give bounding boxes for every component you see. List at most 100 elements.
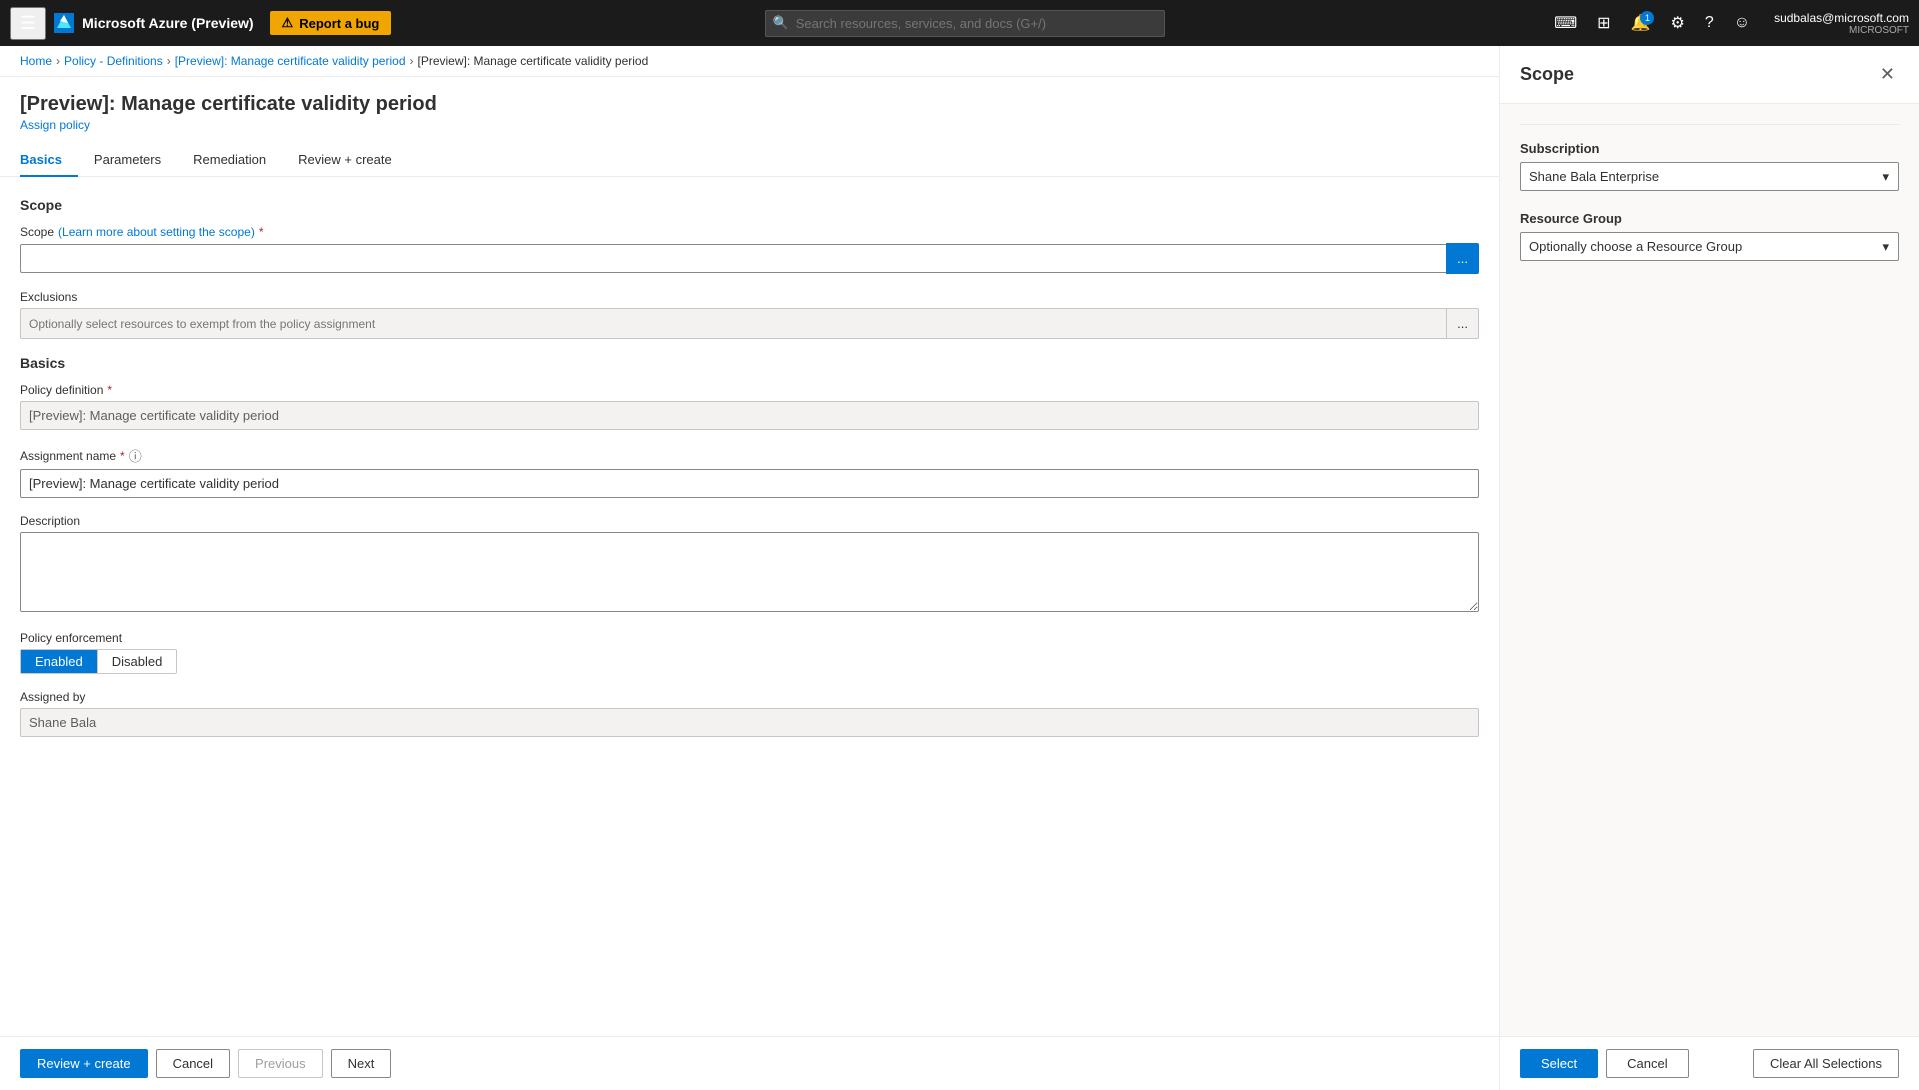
notification-badge: 1 (1640, 11, 1654, 25)
form-footer: Review + create Cancel Previous Next (0, 1036, 1499, 1090)
app-logo: Microsoft Azure (Preview) (54, 13, 253, 33)
subscription-label: Subscription (1520, 141, 1899, 156)
assignment-name-label: Assignment name * ⓘ (20, 446, 1479, 465)
exclusions-input-row: ... (20, 308, 1479, 339)
exclusions-label: Exclusions (20, 290, 1479, 304)
scope-panel-close-button[interactable]: ✕ (1876, 60, 1899, 89)
main-container: Home › Policy - Definitions › [Preview]:… (0, 46, 1919, 1090)
policy-enforcement-group: Policy enforcement Enabled Disabled (20, 631, 1479, 674)
breadcrumb-policy-definitions[interactable]: Policy - Definitions (64, 54, 163, 68)
scope-section-title: Scope (20, 197, 1479, 213)
description-label-text: Description (20, 514, 80, 528)
policy-definition-label: Policy definition * (20, 383, 1479, 397)
breadcrumb-policy-name[interactable]: [Preview]: Manage certificate validity p… (175, 54, 406, 68)
cloud-shell-button[interactable]: ⌨ (1546, 9, 1585, 37)
enforcement-disabled-option[interactable]: Disabled (98, 650, 177, 673)
exclusions-input[interactable] (20, 308, 1446, 339)
resource-group-select[interactable]: Optionally choose a Resource Group (1520, 232, 1899, 261)
exclusions-browse-button[interactable]: ... (1446, 308, 1479, 339)
topbar: ☰ Microsoft Azure (Preview) ⚠ Report a b… (0, 0, 1919, 46)
tabs-container: Basics Parameters Remediation Review + c… (0, 144, 1499, 177)
topbar-icons: ⌨ ⊞ 🔔 1 ⚙ ? ☺ (1546, 9, 1758, 37)
scope-browse-button[interactable]: ... (1446, 243, 1479, 274)
hamburger-menu-button[interactable]: ☰ (10, 7, 46, 40)
user-account[interactable]: sudbalas@microsoft.com MICROSOFT (1774, 11, 1909, 36)
bug-icon: ⚠ (282, 15, 294, 31)
tab-remediation[interactable]: Remediation (177, 144, 282, 177)
scope-select-button[interactable]: Select (1520, 1049, 1598, 1078)
policy-definition-input (20, 401, 1479, 430)
resource-group-group: Resource Group Optionally choose a Resou… (1520, 211, 1899, 261)
breadcrumb-sep-1: › (56, 54, 60, 68)
scope-panel-footer-left: Select Cancel (1520, 1049, 1689, 1078)
policy-enforcement-label-text: Policy enforcement (20, 631, 122, 645)
enforcement-toggle: Enabled Disabled (20, 649, 177, 674)
scope-panel-header: Scope ✕ (1500, 46, 1919, 104)
assigned-by-label-text: Assigned by (20, 690, 85, 704)
breadcrumb-sep-3: › (410, 54, 414, 68)
notifications-button[interactable]: 🔔 1 (1623, 9, 1659, 37)
enforcement-enabled-option[interactable]: Enabled (21, 650, 98, 673)
scope-input[interactable] (20, 244, 1446, 273)
tab-basics[interactable]: Basics (20, 144, 78, 177)
exclusions-group: Exclusions ... (20, 290, 1479, 339)
assign-policy-link[interactable]: Assign policy (20, 118, 1479, 132)
scope-panel-content: Subscription Shane Bala Enterprise Resou… (1500, 104, 1919, 1036)
scope-panel-footer: Select Cancel Clear All Selections (1500, 1036, 1919, 1090)
subscription-group: Subscription Shane Bala Enterprise (1520, 141, 1899, 191)
tab-parameters[interactable]: Parameters (78, 144, 177, 177)
page-header: [Preview]: Manage certificate validity p… (0, 77, 1499, 132)
scope-label: Scope (Learn more about setting the scop… (20, 225, 1479, 239)
assigned-by-input (20, 708, 1479, 737)
description-label: Description (20, 514, 1479, 528)
portal-settings-button[interactable]: ⊞ (1589, 9, 1618, 37)
previous-button: Previous (238, 1049, 323, 1078)
user-email: sudbalas@microsoft.com (1774, 11, 1909, 25)
page-title: [Preview]: Manage certificate validity p… (20, 93, 1479, 116)
exclusions-label-text: Exclusions (20, 290, 77, 304)
resource-group-select-wrapper: Optionally choose a Resource Group (1520, 232, 1899, 261)
feedback-button[interactable]: ☺ (1726, 10, 1758, 36)
assignment-name-label-text: Assignment name (20, 449, 116, 463)
cancel-button[interactable]: Cancel (156, 1049, 230, 1078)
description-group: Description (20, 514, 1479, 615)
policy-definition-group: Policy definition * (20, 383, 1479, 430)
left-panel: Home › Policy - Definitions › [Preview]:… (0, 46, 1499, 1090)
policy-definition-label-text: Policy definition (20, 383, 103, 397)
assigned-by-group: Assigned by (20, 690, 1479, 737)
subscription-select[interactable]: Shane Bala Enterprise (1520, 162, 1899, 191)
scope-learn-more-link[interactable]: (Learn more about setting the scope) (58, 225, 255, 239)
settings-button[interactable]: ⚙ (1662, 9, 1692, 37)
scope-cancel-button[interactable]: Cancel (1606, 1049, 1688, 1078)
report-bug-button[interactable]: ⚠ Report a bug (270, 11, 392, 35)
search-container: 🔍 (765, 10, 1165, 37)
assignment-name-group: Assignment name * ⓘ (20, 446, 1479, 498)
review-create-button[interactable]: Review + create (20, 1049, 148, 1078)
breadcrumb-home[interactable]: Home (20, 54, 52, 68)
assignment-name-info-icon[interactable]: ⓘ (129, 446, 142, 465)
assigned-by-label: Assigned by (20, 690, 1479, 704)
clear-all-button[interactable]: Clear All Selections (1753, 1049, 1899, 1078)
search-input[interactable] (765, 10, 1165, 37)
policy-definition-required-marker: * (107, 383, 112, 397)
scope-required-marker: * (259, 225, 264, 239)
assignment-name-input[interactable] (20, 469, 1479, 498)
description-textarea[interactable] (20, 532, 1479, 612)
subscription-select-wrapper: Shane Bala Enterprise (1520, 162, 1899, 191)
policy-enforcement-label: Policy enforcement (20, 631, 1479, 645)
form-content: Scope Scope (Learn more about setting th… (0, 177, 1499, 1036)
basics-section-title: Basics (20, 355, 1479, 371)
next-button[interactable]: Next (331, 1049, 392, 1078)
scope-panel: Scope ✕ Subscription Shane Bala Enterpri… (1499, 46, 1919, 1090)
scope-group: Scope (Learn more about setting the scop… (20, 225, 1479, 274)
user-company: MICROSOFT (1849, 25, 1909, 36)
breadcrumb: Home › Policy - Definitions › [Preview]:… (0, 46, 1499, 77)
help-button[interactable]: ? (1697, 10, 1722, 36)
search-icon: 🔍 (773, 15, 789, 31)
resource-group-label: Resource Group (1520, 211, 1899, 226)
tab-review-create[interactable]: Review + create (282, 144, 408, 177)
scope-panel-title: Scope (1520, 64, 1574, 85)
scope-panel-separator (1520, 124, 1899, 125)
assignment-name-required-marker: * (120, 449, 125, 463)
report-bug-label: Report a bug (299, 16, 379, 31)
